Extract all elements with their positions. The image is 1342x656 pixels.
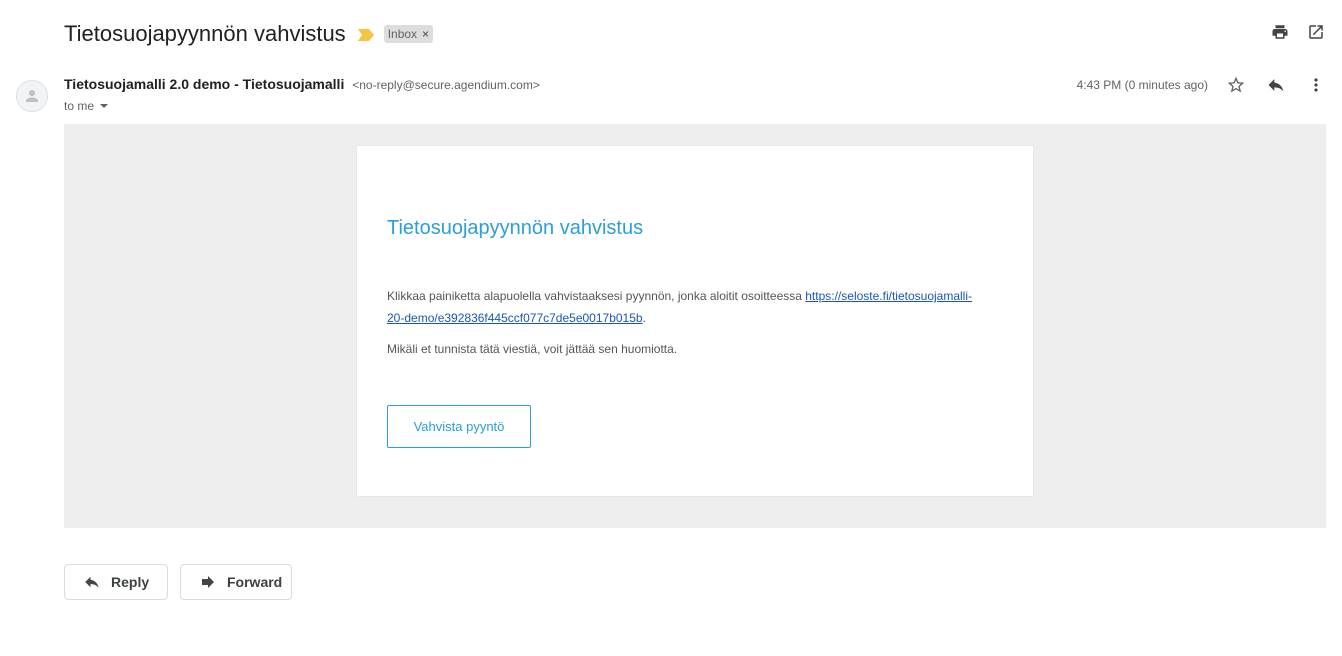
- email-body: Tietosuojapyynnön vahvistus Klikkaa pain…: [64, 124, 1326, 528]
- star-icon[interactable]: [1226, 75, 1246, 95]
- reply-label: Reply: [111, 574, 150, 590]
- sender-email: <no-reply@secure.agendium.com>: [352, 78, 540, 92]
- recipient-text: to me: [64, 99, 95, 113]
- open-in-new-window-icon[interactable]: [1306, 22, 1326, 42]
- email-paragraph-1: Klikkaa painiketta alapuolella vahvistaa…: [387, 285, 987, 329]
- sender-line: Tietosuojamalli 2.0 demo - Tietosuojamal…: [64, 76, 540, 92]
- paragraph-1-end: .: [642, 311, 646, 325]
- confirm-request-button[interactable]: Vahvista pyyntö: [387, 405, 531, 448]
- paragraph-1-text: Klikkaa painiketta alapuolella vahvistaa…: [387, 289, 806, 303]
- importance-marker-icon[interactable]: [357, 28, 374, 41]
- label-chip-inbox: Inbox ×: [383, 25, 434, 43]
- reply-icon: [83, 573, 101, 591]
- email-view: Tietosuojapyynnön vahvistus Inbox × Tiet…: [0, 0, 1342, 656]
- message-timestamp: 4:43 PM (0 minutes ago): [1076, 78, 1208, 92]
- print-icon[interactable]: [1270, 22, 1290, 42]
- label-chip-text: Inbox: [387, 27, 418, 41]
- sender-name[interactable]: Tietosuojamalli 2.0 demo - Tietosuojamal…: [64, 76, 344, 92]
- top-actions: [1270, 22, 1326, 42]
- email-subject: Tietosuojapyynnön vahvistus: [64, 21, 346, 46]
- email-card: Tietosuojapyynnön vahvistus Klikkaa pain…: [356, 145, 1034, 497]
- message-meta: 4:43 PM (0 minutes ago): [1077, 75, 1326, 95]
- forward-label: Forward: [227, 574, 283, 590]
- reply-icon[interactable]: [1266, 75, 1286, 95]
- email-heading: Tietosuojapyynnön vahvistus: [387, 217, 644, 239]
- remove-label-icon[interactable]: ×: [422, 27, 429, 41]
- person-icon: [26, 90, 38, 102]
- subject-row: Tietosuojapyynnön vahvistus Inbox ×: [64, 20, 434, 48]
- forward-button[interactable]: Forward: [180, 564, 292, 600]
- reply-button[interactable]: Reply: [64, 564, 168, 600]
- show-details-chevron-down-icon[interactable]: [100, 104, 109, 108]
- more-vert-icon[interactable]: [1306, 75, 1326, 95]
- recipient-line: to me: [64, 99, 109, 113]
- email-paragraph-2: Mikäli et tunnista tätä viestiä, voit jä…: [387, 342, 678, 356]
- forward-icon: [199, 573, 217, 591]
- sender-avatar[interactable]: [16, 80, 48, 112]
